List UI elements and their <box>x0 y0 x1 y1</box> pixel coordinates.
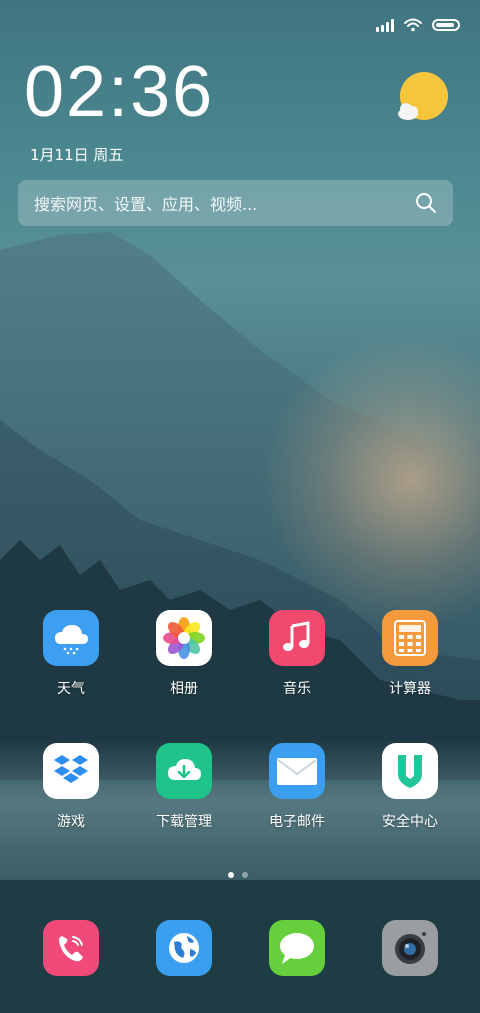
photos-flower-icon[interactable] <box>156 610 212 666</box>
phone-icon <box>59 936 83 962</box>
app-email[interactable]: 电子邮件 <box>247 743 347 831</box>
app-label: 游戏 <box>57 814 85 830</box>
search-placeholder: 搜索网页、设置、应用、视频... <box>34 195 258 214</box>
clock-time[interactable]: 02:36 <box>24 56 214 128</box>
app-label: 计算器 <box>389 681 431 697</box>
download-cloud-icon[interactable] <box>156 743 212 799</box>
search-icon[interactable] <box>415 192 437 214</box>
app-label: 电子邮件 <box>269 814 325 830</box>
dock-browser[interactable] <box>156 920 212 976</box>
page-dot-active[interactable] <box>228 872 234 878</box>
app-label: 下载管理 <box>156 814 212 830</box>
app-label: 天气 <box>57 681 85 697</box>
calculator-icon[interactable] <box>382 610 438 666</box>
wifi-icon <box>404 18 422 32</box>
page-indicator <box>228 872 248 878</box>
app-weather[interactable]: 天气 <box>21 610 121 698</box>
search-bar[interactable]: 搜索网页、设置、应用、视频... <box>18 180 453 226</box>
weather-sun-cloud-icon[interactable] <box>396 72 450 126</box>
app-calculator[interactable]: 计算器 <box>360 610 460 698</box>
status-bar <box>376 14 460 36</box>
app-label: 音乐 <box>283 681 311 697</box>
weather-cloud-icon[interactable] <box>43 610 99 666</box>
app-music[interactable]: 音乐 <box>247 610 347 698</box>
dropbox-box-icon[interactable] <box>43 743 99 799</box>
messages-bubble-icon <box>280 933 314 964</box>
clock-date[interactable]: 1月11日 周五 <box>30 144 123 165</box>
music-note-icon[interactable] <box>269 610 325 666</box>
shield-icon[interactable] <box>382 743 438 799</box>
cellular-signal-icon <box>376 18 394 32</box>
mail-envelope-icon[interactable] <box>269 743 325 799</box>
dock-messages[interactable] <box>269 920 325 976</box>
app-photos[interactable]: 相册 <box>134 610 234 698</box>
dock-camera[interactable] <box>382 920 438 976</box>
page-dot[interactable] <box>242 872 248 878</box>
app-games[interactable]: 游戏 <box>21 743 121 831</box>
battery-icon <box>432 19 460 31</box>
browser-globe-icon <box>169 933 199 963</box>
camera-icon <box>395 932 426 964</box>
app-label: 安全中心 <box>382 814 438 830</box>
dock-phone[interactable] <box>43 920 99 976</box>
app-security[interactable]: 安全中心 <box>360 743 460 831</box>
app-label: 相册 <box>170 681 198 697</box>
app-downloads[interactable]: 下载管理 <box>134 743 234 831</box>
